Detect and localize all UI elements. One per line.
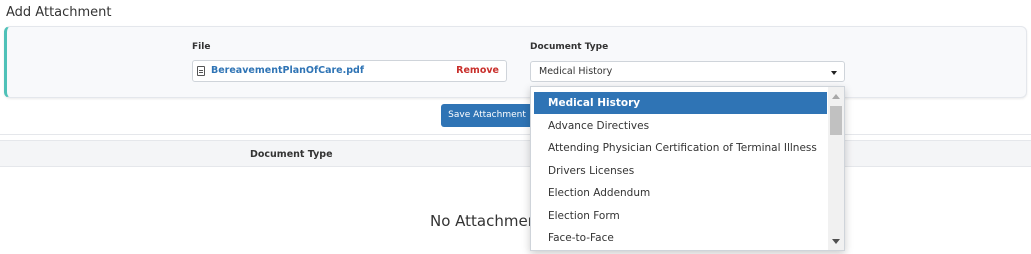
column-header-document-type: Document Type — [250, 149, 333, 160]
file-name-link[interactable]: BereavementPlanOfCare.pdf — [211, 65, 364, 76]
chevron-down-icon — [831, 71, 837, 75]
dropdown-option[interactable]: Advance Directives — [534, 115, 827, 137]
page-title: Add Attachment — [6, 5, 112, 20]
dropdown-option[interactable]: Election Form — [534, 205, 827, 227]
dropdown-option[interactable]: Attending Physician Certification of Ter… — [534, 137, 827, 159]
dropdown-option[interactable]: Drivers Licenses — [534, 160, 827, 182]
pdf-file-icon — [197, 66, 205, 76]
scroll-down-arrow-icon[interactable] — [832, 239, 840, 244]
dropdown-option[interactable]: Face-to-Face — [534, 227, 827, 249]
document-type-dropdown-list[interactable]: Medical History Advance Directives Atten… — [530, 86, 845, 251]
document-type-label: Document Type — [530, 42, 609, 52]
remove-file-button[interactable]: Remove — [456, 65, 499, 76]
document-type-select[interactable]: Medical History — [530, 61, 845, 82]
scroll-up-arrow-icon[interactable] — [832, 94, 840, 99]
dropdown-scrollbar[interactable] — [828, 87, 844, 250]
file-label: File — [192, 42, 211, 52]
scrollbar-thumb[interactable] — [830, 106, 842, 135]
dropdown-option[interactable]: Election Addendum — [534, 182, 827, 204]
attachments-table-header: Document Type — [0, 140, 1031, 167]
attachment-form-card — [4, 26, 1027, 98]
document-type-selected-value: Medical History — [539, 66, 613, 77]
dropdown-option[interactable]: Medical History — [534, 92, 827, 114]
divider — [0, 134, 1031, 135]
save-attachment-button[interactable]: Save Attachment — [441, 104, 533, 127]
file-field: BereavementPlanOfCare.pdf Remove — [192, 60, 507, 82]
